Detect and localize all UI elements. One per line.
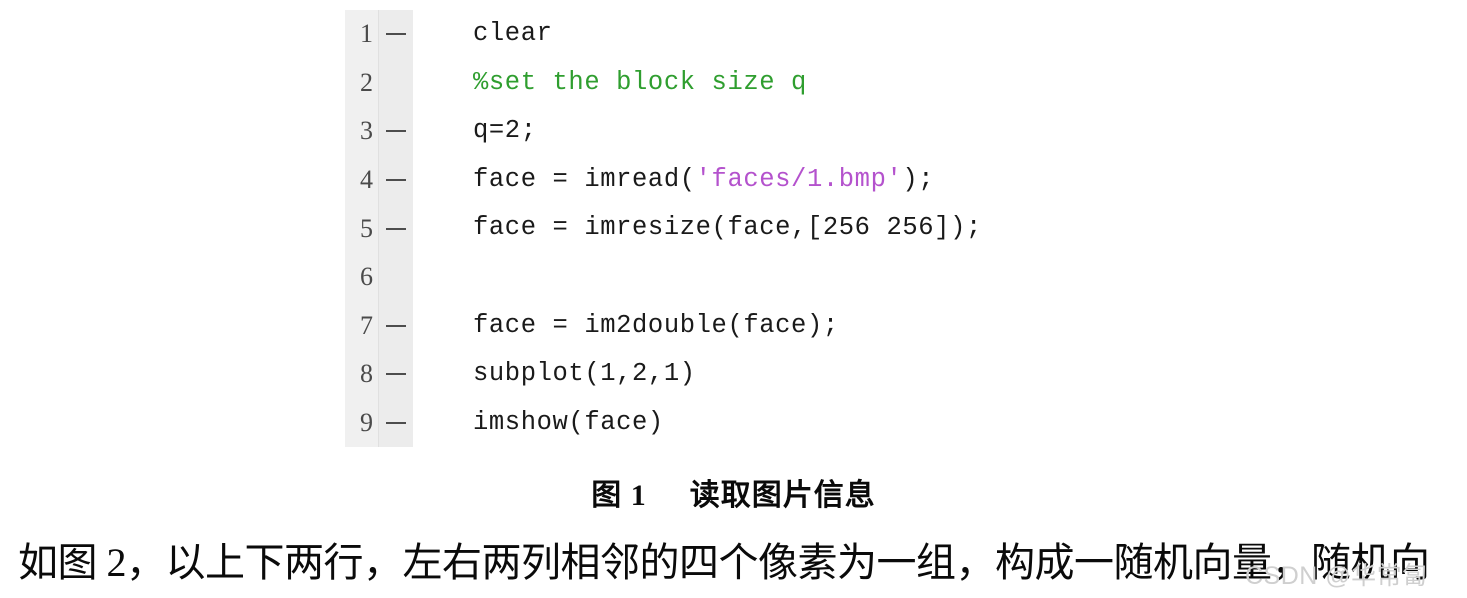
- line-number: 1: [345, 10, 378, 59]
- code-line-row[interactable]: 4 face = imread('faces/1.bmp');: [345, 155, 982, 205]
- code-line-text[interactable]: [413, 253, 489, 302]
- code-line-row[interactable]: 6: [345, 252, 982, 302]
- dash-glyph: [386, 227, 406, 230]
- code-line-row[interactable]: 8 subplot(1,2,1): [345, 350, 982, 399]
- line-number: 6: [345, 252, 378, 302]
- code-line-row[interactable]: 2 %set the block size q: [345, 58, 982, 108]
- breakpoint-dash-icon[interactable]: [378, 204, 413, 253]
- breakpoint-empty-slot[interactable]: [378, 252, 413, 302]
- code-token-plain: face = imresize(face,[256 256]);: [473, 213, 982, 243]
- code-token-plain: imshow(face): [473, 407, 664, 437]
- line-number: 9: [345, 398, 378, 448]
- code-line-row[interactable]: 7 face = im2double(face);: [345, 301, 982, 351]
- breakpoint-empty-slot[interactable]: [378, 58, 413, 108]
- code-token-plain: face = im2double(face);: [473, 310, 839, 340]
- code-token-string: 'faces/1.bmp': [695, 164, 903, 194]
- dash-glyph: [386, 422, 406, 425]
- code-token-plain: subplot(1,2,1): [473, 359, 696, 389]
- code-line-row[interactable]: 5 face = imresize(face,[256 256]);: [345, 204, 982, 253]
- code-line-text[interactable]: imshow(face): [413, 399, 664, 448]
- code-line-row[interactable]: 9 imshow(face): [345, 398, 982, 448]
- body-paragraph: 如图 2，以上下两行，左右两列相邻的四个像素为一组，构成一随机向量，随机向: [18, 540, 1430, 585]
- code-editor-listing: 1 clear 2 %set the block size q 3 q=2; 4 face =…: [345, 10, 982, 450]
- code-line-text[interactable]: clear: [413, 10, 553, 59]
- dash-glyph: [386, 179, 406, 182]
- figure-caption-title: 读取图片信息: [689, 479, 876, 512]
- breakpoint-dash-icon[interactable]: [378, 107, 413, 156]
- code-token-plain: );: [902, 164, 935, 194]
- breakpoint-dash-icon[interactable]: [378, 398, 413, 448]
- code-line-text[interactable]: face = imread('faces/1.bmp');: [413, 156, 934, 205]
- code-line-text[interactable]: face = imresize(face,[256 256]);: [413, 204, 982, 253]
- dash-glyph: [386, 130, 406, 133]
- code-line-text[interactable]: face = im2double(face);: [413, 302, 839, 351]
- dash-glyph: [386, 33, 406, 36]
- code-token-plain: q=2;: [473, 116, 537, 146]
- breakpoint-dash-icon[interactable]: [378, 301, 413, 351]
- figure-code-listing: 1 clear 2 %set the block size q 3 q=2; 4 face =…: [0, 0, 1467, 455]
- code-line-row[interactable]: 3 q=2;: [345, 107, 982, 156]
- breakpoint-dash-icon[interactable]: [378, 155, 413, 205]
- figure-caption: 图 1 读取图片信息: [0, 470, 1467, 514]
- code-line-text[interactable]: q=2;: [413, 107, 537, 156]
- code-token-comment: %set the block size q: [473, 67, 807, 97]
- breakpoint-dash-icon[interactable]: [378, 350, 413, 399]
- breakpoint-dash-icon[interactable]: [378, 10, 413, 59]
- code-line-text[interactable]: subplot(1,2,1): [413, 350, 696, 399]
- line-number: 4: [345, 155, 378, 205]
- line-number: 5: [345, 204, 378, 253]
- dash-glyph: [386, 324, 406, 327]
- code-token-plain: clear: [473, 19, 553, 48]
- dash-glyph: [386, 373, 406, 376]
- line-number: 8: [345, 350, 378, 399]
- line-number: 2: [345, 58, 378, 108]
- figure-caption-label: 图 1: [591, 479, 647, 512]
- code-line-text[interactable]: %set the block size q: [413, 59, 807, 108]
- line-number: 3: [345, 107, 378, 156]
- line-number: 7: [345, 301, 378, 351]
- code-line-row[interactable]: 1 clear: [345, 10, 982, 59]
- code-token-plain: face = imread(: [473, 164, 696, 194]
